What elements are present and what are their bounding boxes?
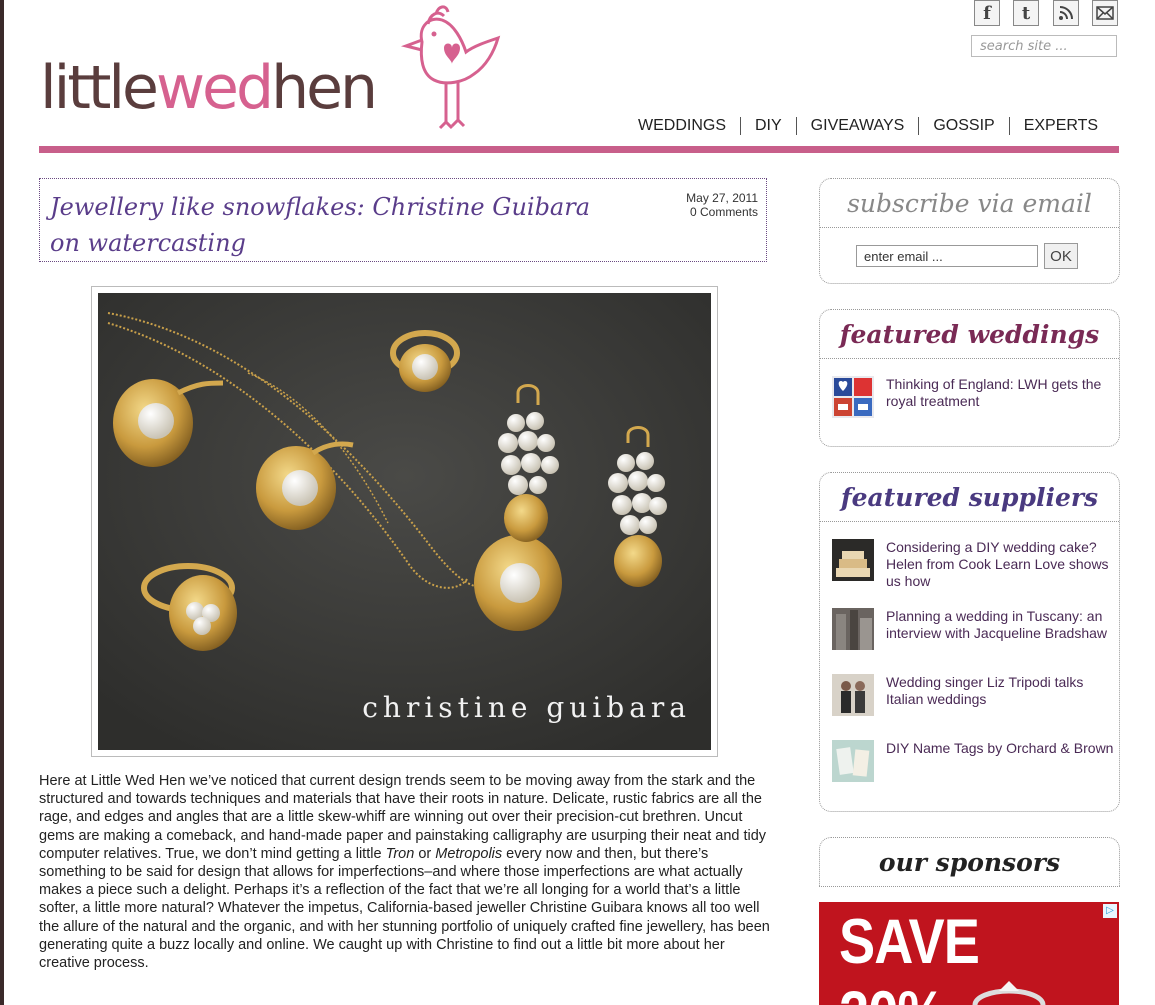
nav-giveaways[interactable]: GIVEAWAYS: [797, 117, 919, 135]
hen-bird-logo-icon: [400, 5, 501, 130]
sponsors-box: our sponsors: [819, 837, 1120, 887]
featured-weddings-box: featured weddings Thinking of England: L…: [819, 309, 1120, 447]
nav-gossip[interactable]: GOSSIP: [919, 117, 1008, 135]
featured-weddings-title: featured weddings: [820, 310, 1119, 359]
post-image-frame: christine guibara: [91, 286, 718, 757]
sponsors-title: our sponsors: [878, 847, 1061, 877]
wedding-singer-thumbnail[interactable]: [832, 674, 874, 716]
twitter-icon[interactable]: t: [1013, 0, 1039, 26]
nav-diy[interactable]: DIY: [741, 117, 796, 135]
tuscany-thumbnail[interactable]: [832, 608, 874, 650]
post-meta: May 27, 2011 0 Comments: [686, 191, 758, 219]
post-title[interactable]: Jewellery like snowflakes: Christine Gui…: [50, 189, 610, 261]
featured-supplier-link[interactable]: Wedding singer Liz Tripodi talks Italian…: [886, 674, 1114, 716]
rss-icon[interactable]: [1053, 0, 1079, 26]
post-date: May 27, 2011: [686, 191, 758, 205]
ad-ring-icon: [972, 981, 1046, 1005]
social-twitter[interactable]: t: [1013, 0, 1052, 26]
featured-supplier-link[interactable]: DIY Name Tags by Orchard & Brown: [886, 740, 1114, 782]
facebook-icon[interactable]: f: [974, 0, 1000, 26]
list-item[interactable]: Planning a wedding in Tuscany: an interv…: [832, 608, 1114, 650]
logo-part-hen: hen: [271, 53, 378, 123]
logo-part-little: little: [40, 53, 159, 123]
search-input[interactable]: [971, 35, 1117, 57]
nav-weddings[interactable]: WEDDINGS: [624, 117, 740, 135]
site-logo[interactable]: littlewedhen: [40, 58, 378, 118]
royal-wedding-thumbnail[interactable]: [832, 376, 874, 418]
email-icon[interactable]: [1092, 0, 1118, 26]
list-item[interactable]: Considering a DIY wedding cake? Helen fr…: [832, 539, 1114, 590]
nav-experts[interactable]: EXPERTS: [1010, 117, 1112, 135]
subscribe-form: OK: [856, 243, 1078, 269]
list-item[interactable]: Wedding singer Liz Tripodi talks Italian…: [832, 674, 1114, 716]
featured-suppliers-title: featured suppliers: [820, 473, 1119, 522]
post-body-emphasis: Metropolis: [435, 845, 503, 862]
window-edge: [0, 0, 4, 1005]
image-caption: christine guibara: [362, 691, 691, 724]
post-header: Jewellery like snowflakes: Christine Gui…: [39, 178, 767, 262]
jewellery-illustration: [98, 293, 711, 750]
post-comments-link[interactable]: 0 Comments: [686, 205, 758, 219]
jewellery-photo: christine guibara: [98, 293, 711, 750]
list-item[interactable]: Thinking of England: LWH gets the royal …: [832, 376, 1114, 418]
header-divider: [39, 146, 1119, 153]
social-email[interactable]: [1092, 0, 1131, 26]
post-body-text: every now and then, but there’s somethin…: [39, 845, 770, 972]
featured-suppliers-box: featured suppliers Considering a DIY wed…: [819, 472, 1120, 812]
post-body-emphasis: Tron: [385, 845, 415, 862]
wedding-cake-thumbnail[interactable]: [832, 539, 874, 581]
post-body-text: or: [414, 845, 436, 862]
adchoices-icon[interactable]: ▷: [1103, 904, 1117, 918]
list-item[interactable]: DIY Name Tags by Orchard & Brown: [832, 740, 1114, 782]
email-field[interactable]: [856, 245, 1038, 267]
subscribe-ok-button[interactable]: OK: [1044, 243, 1078, 269]
post-body: Here at Little Wed Hen we’ve noticed tha…: [39, 772, 779, 972]
featured-supplier-link[interactable]: Planning a wedding in Tuscany: an interv…: [886, 608, 1114, 650]
logo-part-wed: wed: [155, 53, 274, 123]
featured-wedding-link[interactable]: Thinking of England: LWH gets the royal …: [886, 376, 1114, 418]
featured-supplier-link[interactable]: Considering a DIY wedding cake? Helen fr…: [886, 539, 1114, 590]
main-nav: WEDDINGS DIY GIVEAWAYS GOSSIP EXPERTS: [624, 117, 1112, 135]
subscribe-box: subscribe via email OK: [819, 178, 1120, 284]
name-tags-thumbnail[interactable]: [832, 740, 874, 782]
social-facebook[interactable]: f: [974, 0, 1013, 26]
subscribe-title: subscribe via email: [820, 179, 1119, 228]
sponsor-ad-banner[interactable]: SAVE 20% ▷: [819, 902, 1119, 1005]
social-rss[interactable]: [1053, 0, 1092, 26]
